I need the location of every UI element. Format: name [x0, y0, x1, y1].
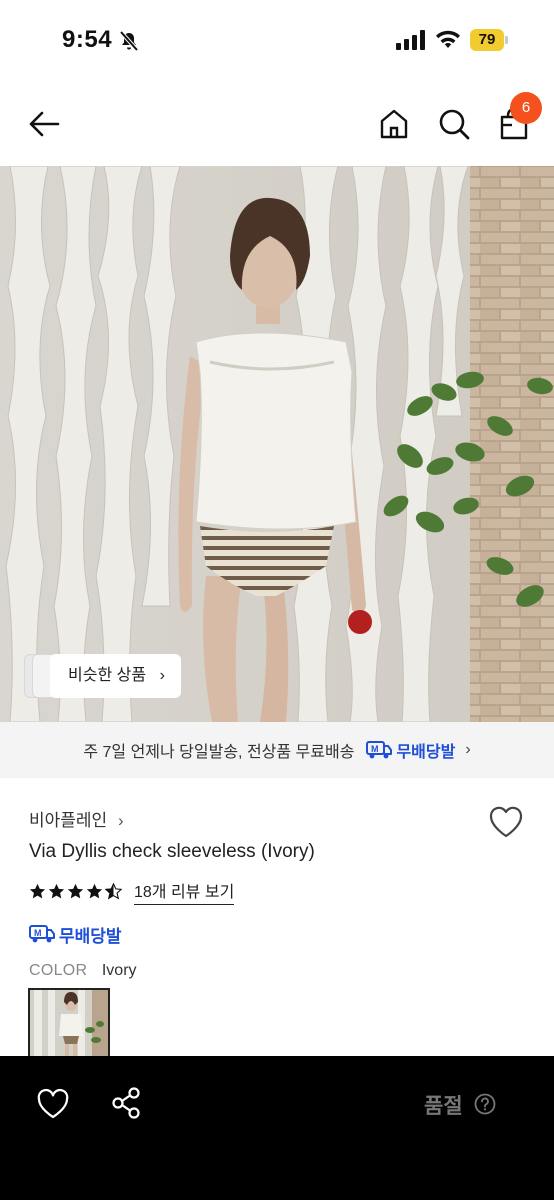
battery-tip	[505, 36, 508, 44]
cart-count-badge: 6	[510, 92, 542, 124]
wifi-icon	[436, 30, 460, 48]
chevron-right-icon: ›	[465, 741, 471, 758]
product-name: Via Dyllis check sleeveless (Ivory)	[29, 841, 315, 862]
free-shipping-logo-icon: M	[366, 741, 393, 759]
shipping-banner[interactable]: 주 7일 언제나 당일발송, 전상품 무료배송 M 무배당발 ›	[0, 722, 554, 778]
star-icon	[67, 883, 84, 898]
shipping-banner-free-label: 무배당발	[396, 744, 456, 761]
status-time: 9:54	[62, 26, 113, 53]
free-shipping-badge: M 무배당발	[29, 921, 122, 947]
color-row: COLOR Ivory	[29, 962, 137, 980]
chevron-right-icon: ›	[159, 667, 165, 684]
star-icon	[29, 883, 46, 898]
star-icon	[48, 883, 65, 898]
thumbnail-photo	[30, 990, 108, 1058]
free-shipping-logo-icon: M	[29, 925, 55, 943]
soldout-label: 품절	[424, 1095, 463, 1118]
svg-text:M: M	[34, 928, 42, 938]
product-hero-image[interactable]: 비슷한 상품 ›	[0, 166, 554, 722]
color-value: Ivory	[101, 962, 137, 979]
shipping-banner-text: 주 7일 언제나 당일발송, 전상품 무료배송	[83, 744, 355, 761]
free-shipping-label: 무배당발	[59, 926, 122, 946]
star-icon	[86, 883, 103, 898]
brand-name: 비아플레인	[29, 811, 108, 830]
help-icon[interactable]	[474, 1093, 496, 1115]
mute-icon	[119, 30, 139, 52]
status-bar: 9:54 79	[0, 0, 554, 80]
share-icon[interactable]	[110, 1086, 142, 1120]
back-icon[interactable]	[26, 106, 62, 142]
signal-icon	[396, 30, 425, 50]
similar-products-label: 비슷한 상품	[68, 667, 147, 684]
search-icon[interactable]	[436, 106, 472, 142]
rating-row: 18개 리뷰 보기	[29, 878, 235, 905]
bottom-action-bar: 품절	[0, 1056, 554, 1200]
product-photo	[0, 166, 554, 722]
wishlist-heart-icon[interactable]	[487, 804, 525, 840]
chevron-right-icon: ›	[117, 811, 124, 830]
svg-text:M: M	[371, 744, 379, 754]
review-link[interactable]: 18개 리뷰 보기	[134, 878, 235, 905]
color-key: COLOR	[29, 962, 88, 979]
similar-products-button[interactable]: 비슷한 상품 ›	[50, 654, 181, 698]
brand-link[interactable]: 비아플레인 ›	[29, 806, 124, 831]
top-nav-bar	[0, 88, 554, 166]
battery-indicator: 79	[470, 29, 508, 51]
heart-icon[interactable]	[36, 1088, 70, 1120]
battery-level: 79	[470, 29, 504, 51]
home-icon[interactable]	[376, 106, 412, 142]
color-option-thumbnail[interactable]	[28, 988, 110, 1058]
star-half-icon	[105, 882, 122, 900]
